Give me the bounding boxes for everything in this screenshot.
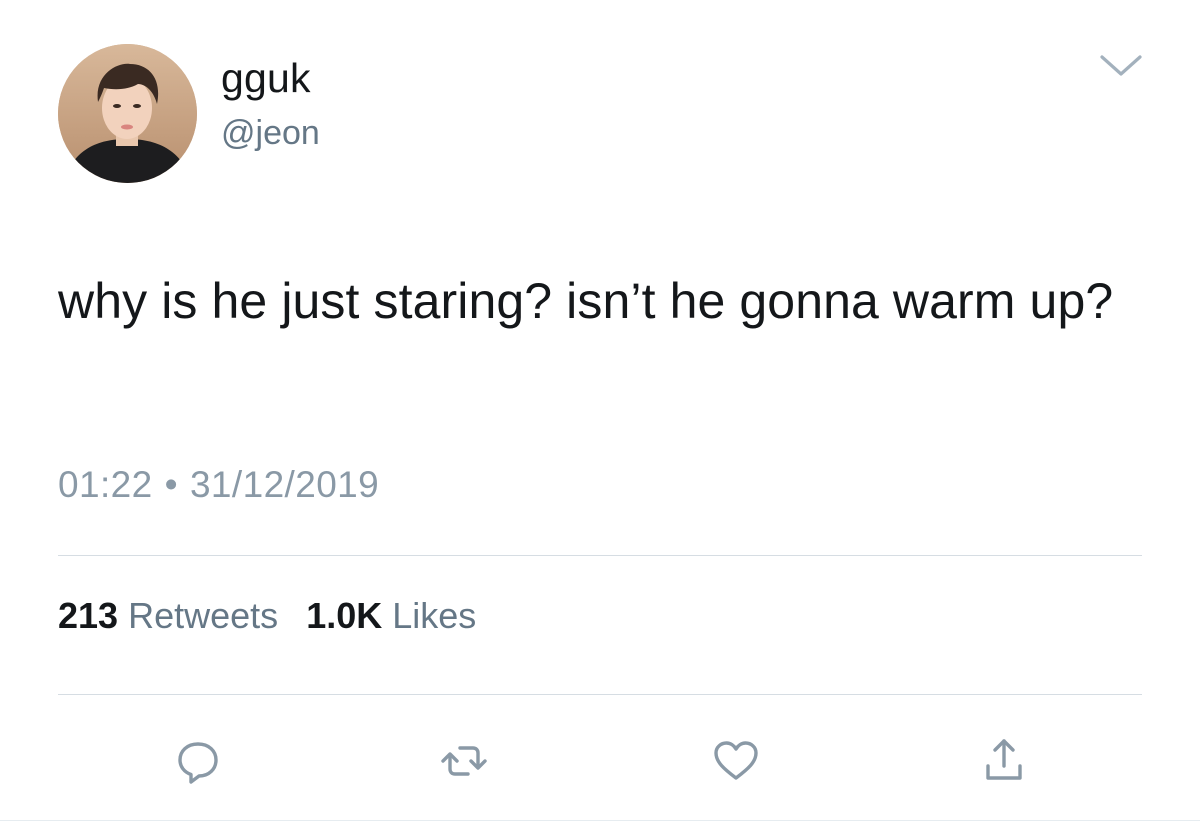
tweet-date: 31/12/2019 — [189, 464, 380, 505]
likes-label: Likes — [392, 595, 477, 636]
chevron-down-icon[interactable] — [1098, 52, 1144, 80]
share-button[interactable] — [978, 735, 1030, 787]
tweet-time: 01:22 — [58, 464, 153, 505]
reply-button[interactable] — [172, 735, 224, 787]
profile-photo-icon — [58, 44, 197, 183]
share-icon — [986, 739, 1022, 780]
timestamp[interactable]: 01:22 • 31/12/2019 — [58, 462, 379, 508]
avatar[interactable] — [58, 44, 197, 183]
retweets-count: 213 — [58, 595, 119, 636]
retweets-stat[interactable]: 213 Retweets — [58, 595, 306, 636]
retweets-label: Retweets — [128, 595, 279, 636]
engagement-stats: 213 Retweets 1.0K Likes — [58, 594, 494, 638]
meta-separator: • — [164, 464, 178, 505]
divider — [58, 555, 1142, 556]
display-name[interactable]: gguk — [221, 53, 311, 103]
retweet-icon — [441, 746, 487, 776]
tweet-text: why is he just staring? isn’t he gonna w… — [58, 273, 1114, 329]
tweet-detail: gguk @jeon why is he just staring? isn’t… — [0, 0, 1200, 825]
heart-icon — [714, 741, 758, 780]
divider — [58, 694, 1142, 695]
likes-stat[interactable]: 1.0K Likes — [306, 595, 494, 636]
like-button[interactable] — [710, 735, 762, 787]
user-handle[interactable]: @jeon — [221, 112, 320, 154]
retweet-button[interactable] — [438, 735, 490, 787]
comment-bubble-icon — [178, 742, 218, 784]
likes-count: 1.0K — [306, 595, 383, 636]
bottom-divider — [0, 820, 1200, 821]
